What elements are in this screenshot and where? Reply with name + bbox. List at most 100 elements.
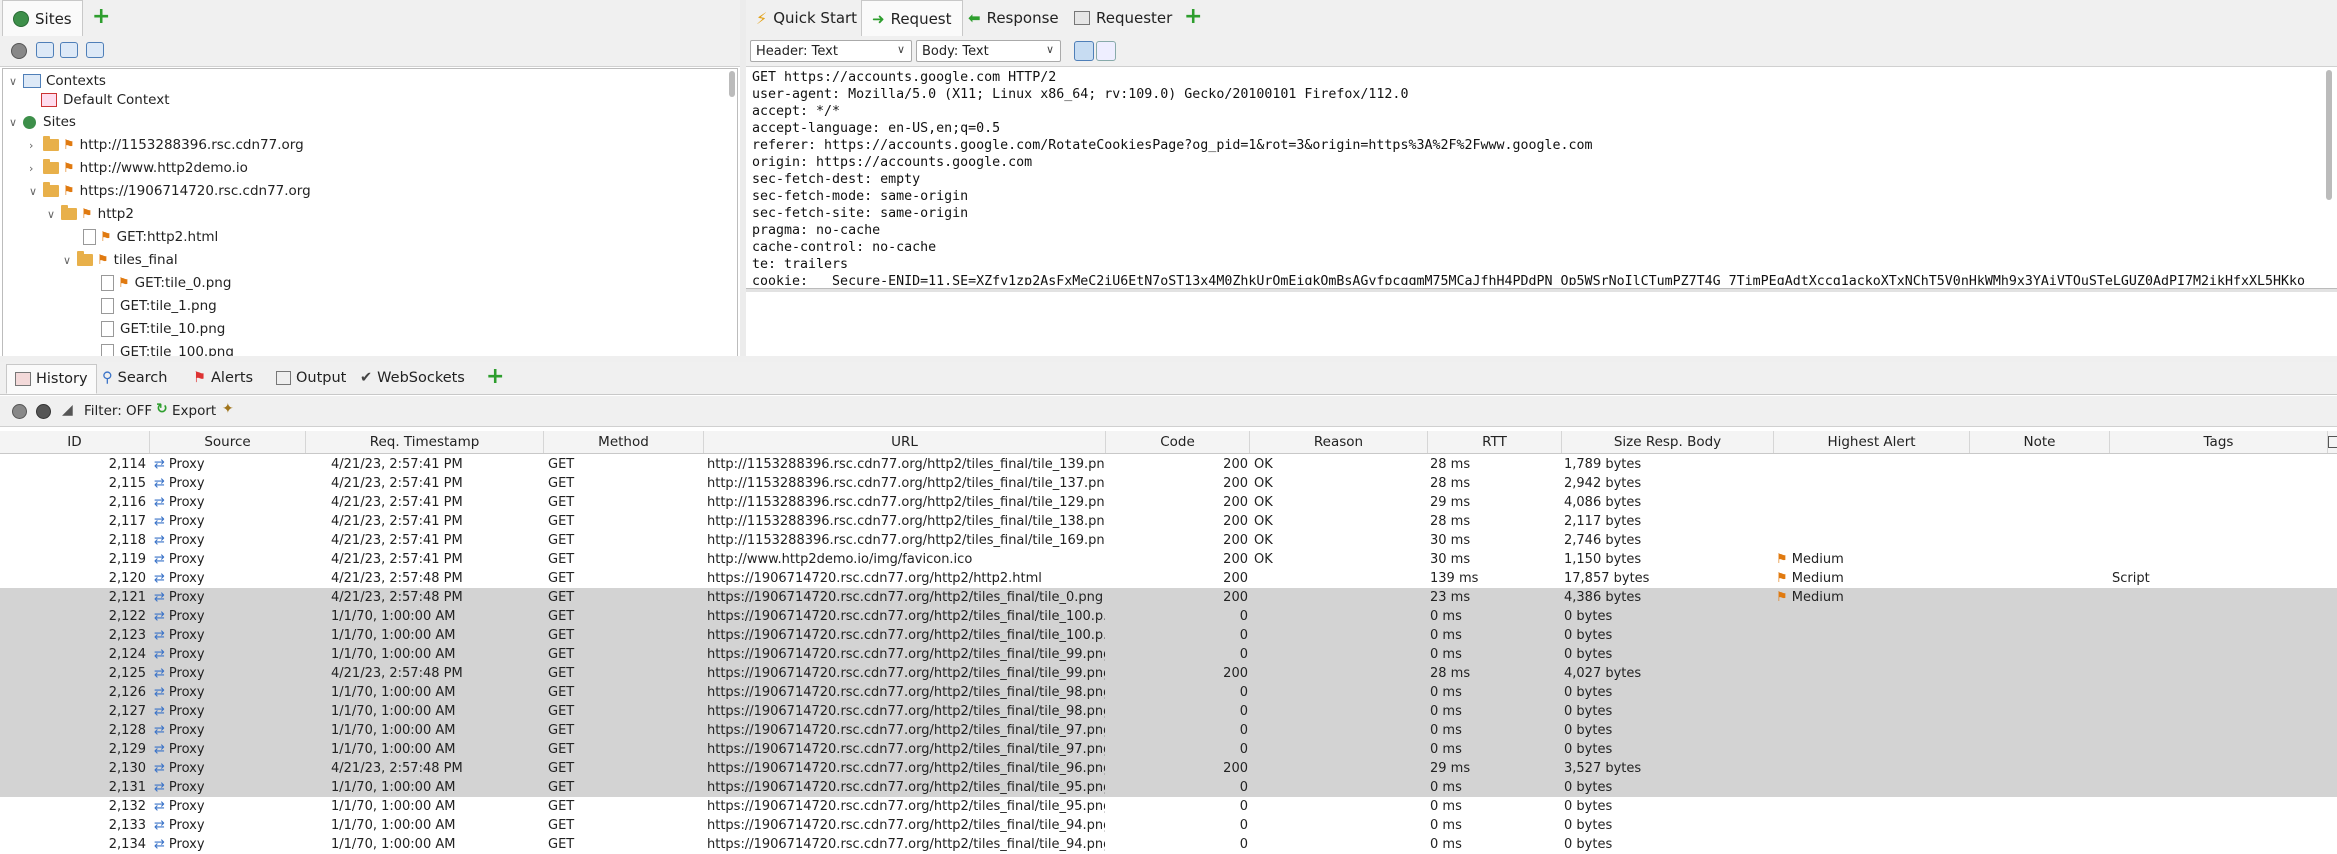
export-button[interactable]: Export [172, 403, 216, 419]
left-arrow-icon: ⬅ [968, 9, 981, 27]
chevron-right-icon[interactable]: › [29, 139, 43, 152]
cell-note [1972, 797, 2108, 816]
table-row[interactable]: 2,118 ⇄ Proxy 4/21/23, 2:57:41 PM GET http://… [0, 531, 2337, 550]
table-row[interactable]: 2,126 ⇄ Proxy 1/1/70, 1:00:00 AM GET https://… [0, 683, 2337, 702]
table-row[interactable]: 2,117 ⇄ Proxy 4/21/23, 2:57:41 PM GET http://… [0, 512, 2337, 531]
col-source[interactable]: Source [150, 431, 306, 453]
header-format-select[interactable]: Header: Text ∨ [750, 40, 912, 62]
tree-scrollbar[interactable] [729, 71, 735, 97]
table-row[interactable]: 2,130 ⇄ Proxy 4/21/23, 2:57:48 PM GET https:/… [0, 759, 2337, 778]
tree-site-1[interactable]: › ⚑ http://1153288396.rsc.cdn77.org [29, 134, 304, 156]
tab-sites[interactable]: Sites [2, 0, 83, 37]
col-code[interactable]: Code [1106, 431, 1250, 453]
import-context-icon[interactable] [60, 42, 78, 58]
table-row[interactable]: 2,119 ⇄ Proxy 4/21/23, 2:57:41 PM GET http://… [0, 550, 2337, 569]
right-arrow-icon: ➜ [872, 9, 885, 28]
table-row[interactable]: 2,114 ⇄ Proxy 4/21/23, 2:57:41 PM GET http://… [0, 455, 2337, 474]
cell-code: 200 [1106, 455, 1248, 474]
column-chooser-icon[interactable] [2328, 436, 2337, 448]
tree-http2[interactable]: ∨ ⚑ http2 [47, 203, 134, 225]
tree-tile-0[interactable]: ⚑ GET:tile_0.png [101, 272, 231, 294]
add-tab-button[interactable]: + [1184, 6, 1202, 28]
split-vertical-icon[interactable] [1096, 41, 1116, 61]
table-row[interactable]: 2,127 ⇄ Proxy 1/1/70, 1:00:00 AM GET https://… [0, 702, 2337, 721]
col-size[interactable]: Size Resp. Body [1562, 431, 1774, 453]
body-format-select[interactable]: Body: Text ∨ [916, 40, 1061, 62]
chevron-down-icon[interactable]: ∨ [29, 185, 43, 198]
col-highest-alert[interactable]: Highest Alert [1774, 431, 1970, 453]
table-row[interactable]: 2,120 ⇄ Proxy 4/21/23, 2:57:48 PM GET https:/… [0, 569, 2337, 588]
col-timestamp[interactable]: Req. Timestamp [306, 431, 544, 453]
tree-default-context[interactable]: Default Context [41, 89, 170, 111]
table-row[interactable]: 2,123 ⇄ Proxy 1/1/70, 1:00:00 AM GET https://… [0, 626, 2337, 645]
tab-requester[interactable]: Requester [1074, 0, 1172, 36]
tab-request[interactable]: ➜ Request [861, 0, 963, 37]
table-row[interactable]: 2,131 ⇄ Proxy 1/1/70, 1:00:00 AM GET https://… [0, 778, 2337, 797]
proxy-arrows-icon: ⇄ [154, 495, 165, 510]
scope-icon[interactable] [36, 404, 51, 419]
chevron-down-icon[interactable]: ∨ [9, 116, 23, 129]
col-reason[interactable]: Reason [1250, 431, 1428, 453]
table-row[interactable]: 2,128 ⇄ Proxy 1/1/70, 1:00:00 AM GET https://… [0, 721, 2337, 740]
new-context-icon[interactable] [36, 42, 54, 58]
chevron-down-icon[interactable]: ∨ [47, 208, 61, 221]
cell-reason [1254, 569, 1424, 588]
col-id[interactable]: ID [0, 431, 150, 453]
tree-sites[interactable]: ∨ Sites [9, 111, 76, 133]
table-row[interactable]: 2,124 ⇄ Proxy 1/1/70, 1:00:00 AM GET https://… [0, 645, 2337, 664]
cell-method-text: GET [548, 457, 575, 472]
col-tags[interactable]: Tags [2110, 431, 2328, 453]
add-tab-button[interactable]: + [486, 366, 504, 388]
table-row[interactable]: 2,129 ⇄ Proxy 1/1/70, 1:00:00 AM GET https://… [0, 740, 2337, 759]
table-row[interactable]: 2,122 ⇄ Proxy 1/1/70, 1:00:00 AM GET https://… [0, 607, 2337, 626]
tab-search[interactable]: ⚲ Search [102, 368, 167, 388]
tree-tiles-final[interactable]: ∨ ⚑ tiles_final [63, 249, 178, 271]
cell-method: GET [548, 455, 698, 474]
table-row[interactable]: 2,116 ⇄ Proxy 4/21/23, 2:57:41 PM GET http://… [0, 493, 2337, 512]
split-horizontal-icon[interactable] [1074, 41, 1094, 61]
tree-site-2[interactable]: › ⚑ http://www.http2demo.io [29, 157, 248, 179]
filter-icon[interactable]: ◢ [62, 402, 73, 418]
table-row[interactable]: 2,115 ⇄ Proxy 4/21/23, 2:57:41 PM GET http://… [0, 474, 2337, 493]
add-tab-button[interactable]: + [92, 6, 110, 28]
chevron-down-icon[interactable]: ∨ [9, 75, 23, 88]
tree-tile-10[interactable]: GET:tile_10.png [101, 318, 225, 340]
clear-history-icon[interactable]: ✦ [222, 401, 234, 417]
cell-source-text: Proxy [168, 761, 205, 776]
table-row[interactable]: 2,125 ⇄ Proxy 4/21/23, 2:57:48 PM GET https:/… [0, 664, 2337, 683]
chevron-right-icon[interactable]: › [29, 162, 43, 175]
cell-source: ⇄ Proxy [154, 683, 304, 702]
tab-websockets[interactable]: ✔ WebSockets [360, 368, 465, 388]
record-icon[interactable] [12, 404, 27, 419]
tab-output[interactable]: Output [276, 368, 346, 388]
request-body-pane[interactable] [746, 292, 2337, 357]
tree-site-3[interactable]: ∨ ⚑ https://1906714720.rsc.cdn77.org [29, 180, 311, 202]
table-row[interactable]: 2,134 ⇄ Proxy 1/1/70, 1:00:00 AM GET https://… [0, 835, 2337, 854]
tab-alerts[interactable]: ⚑ Alerts [193, 368, 253, 388]
tree-tile-1[interactable]: GET:tile_1.png [101, 295, 217, 317]
col-method[interactable]: Method [544, 431, 704, 453]
cell-method-text: GET [548, 647, 575, 662]
cell-ts-text: 4/21/23, 2:57:41 PM [331, 495, 463, 510]
export-context-icon[interactable] [86, 42, 104, 58]
cell-rtt-text: 28 ms [1430, 457, 1471, 472]
table-row[interactable]: 2,121 ⇄ Proxy 4/21/23, 2:57:48 PM GET https:/… [0, 588, 2337, 607]
cell-ts-text: 4/21/23, 2:57:41 PM [331, 476, 463, 491]
chevron-down-icon[interactable]: ∨ [63, 254, 77, 267]
header-scrollbar[interactable] [2326, 70, 2332, 200]
tab-response[interactable]: ⬅ Response [968, 0, 1059, 36]
tree-get-http2[interactable]: ⚑ GET:http2.html [83, 226, 218, 248]
col-rtt[interactable]: RTT [1428, 431, 1562, 453]
filter-status[interactable]: Filter: OFF [84, 403, 152, 419]
table-row[interactable]: 2,132 ⇄ Proxy 1/1/70, 1:00:00 AM GET https://… [0, 797, 2337, 816]
record-icon[interactable] [11, 43, 27, 59]
tab-quick-start[interactable]: ⚡ Quick Start [756, 0, 857, 36]
col-url[interactable]: URL [704, 431, 1106, 453]
tab-history[interactable]: History [6, 364, 97, 394]
cell-source: ⇄ Proxy [154, 797, 304, 816]
col-note[interactable]: Note [1970, 431, 2110, 453]
cell-ts-text: 1/1/70, 1:00:00 AM [331, 723, 456, 738]
alert-flag-icon: ⚑ [63, 183, 75, 199]
table-row[interactable]: 2,133 ⇄ Proxy 1/1/70, 1:00:00 AM GET https://… [0, 816, 2337, 835]
cell-alert [1776, 455, 1966, 474]
